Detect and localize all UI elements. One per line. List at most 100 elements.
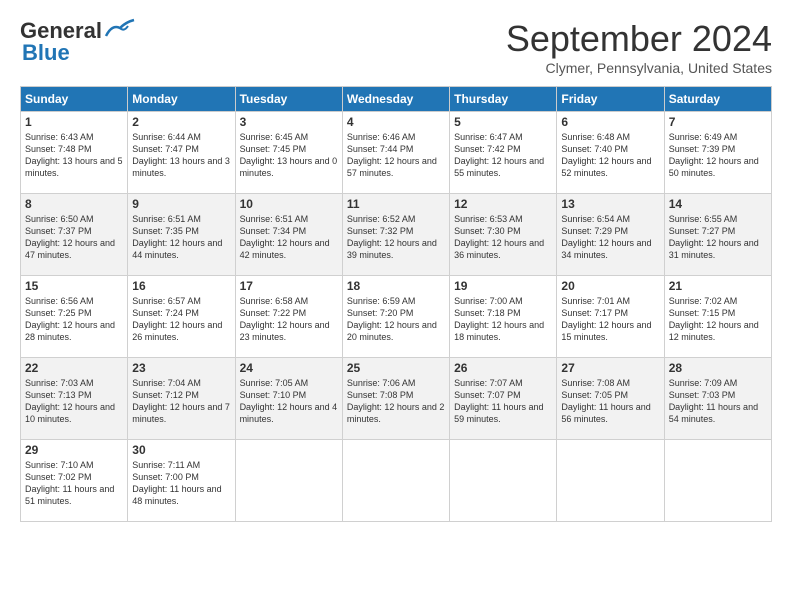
sunset-label: Sunset: 7:48 PM <box>25 144 92 154</box>
day-number: 24 <box>240 361 338 375</box>
daylight-label: Daylight: 12 hours and 34 minutes. <box>561 238 651 260</box>
table-row: 28 Sunrise: 7:09 AM Sunset: 7:03 PM Dayl… <box>664 358 771 440</box>
sunrise-label: Sunrise: 6:57 AM <box>132 296 201 306</box>
sunset-label: Sunset: 7:02 PM <box>25 472 92 482</box>
sunset-label: Sunset: 7:32 PM <box>347 226 414 236</box>
table-row: 19 Sunrise: 7:00 AM Sunset: 7:18 PM Dayl… <box>450 276 557 358</box>
sunset-label: Sunset: 7:05 PM <box>561 390 628 400</box>
sunrise-label: Sunrise: 7:03 AM <box>25 378 94 388</box>
table-row <box>342 440 449 522</box>
table-row: 27 Sunrise: 7:08 AM Sunset: 7:05 PM Dayl… <box>557 358 664 440</box>
day-number: 9 <box>132 197 230 211</box>
sunrise-label: Sunrise: 6:43 AM <box>25 132 94 142</box>
table-row: 6 Sunrise: 6:48 AM Sunset: 7:40 PM Dayli… <box>557 112 664 194</box>
daylight-label: Daylight: 12 hours and 26 minutes. <box>132 320 222 342</box>
sunrise-label: Sunrise: 6:59 AM <box>347 296 416 306</box>
sunrise-label: Sunrise: 7:01 AM <box>561 296 630 306</box>
sunrise-label: Sunrise: 7:06 AM <box>347 378 416 388</box>
sunset-label: Sunset: 7:30 PM <box>454 226 521 236</box>
daylight-label: Daylight: 13 hours and 3 minutes. <box>132 156 230 178</box>
daylight-label: Daylight: 12 hours and 20 minutes. <box>347 320 437 342</box>
sunset-label: Sunset: 7:03 PM <box>669 390 736 400</box>
logo-blue: Blue <box>22 40 70 66</box>
title-block: September 2024 Clymer, Pennsylvania, Uni… <box>506 18 772 76</box>
sunset-label: Sunset: 7:29 PM <box>561 226 628 236</box>
sunset-label: Sunset: 7:42 PM <box>454 144 521 154</box>
sunset-label: Sunset: 7:47 PM <box>132 144 199 154</box>
day-number: 25 <box>347 361 445 375</box>
sunrise-label: Sunrise: 6:44 AM <box>132 132 201 142</box>
daylight-label: Daylight: 12 hours and 39 minutes. <box>347 238 437 260</box>
daylight-label: Daylight: 13 hours and 5 minutes. <box>25 156 123 178</box>
table-row: 4 Sunrise: 6:46 AM Sunset: 7:44 PM Dayli… <box>342 112 449 194</box>
table-row: 20 Sunrise: 7:01 AM Sunset: 7:17 PM Dayl… <box>557 276 664 358</box>
daylight-label: Daylight: 12 hours and 18 minutes. <box>454 320 544 342</box>
daylight-label: Daylight: 12 hours and 31 minutes. <box>669 238 759 260</box>
sunrise-label: Sunrise: 6:45 AM <box>240 132 309 142</box>
daylight-label: Daylight: 11 hours and 54 minutes. <box>669 402 758 424</box>
table-row: 29 Sunrise: 7:10 AM Sunset: 7:02 PM Dayl… <box>21 440 128 522</box>
day-number: 29 <box>25 443 123 457</box>
sunset-label: Sunset: 7:20 PM <box>347 308 414 318</box>
location: Clymer, Pennsylvania, United States <box>506 60 772 76</box>
table-row: 18 Sunrise: 6:59 AM Sunset: 7:20 PM Dayl… <box>342 276 449 358</box>
header-row: Sunday Monday Tuesday Wednesday Thursday… <box>21 87 772 112</box>
sunset-label: Sunset: 7:18 PM <box>454 308 521 318</box>
sunrise-label: Sunrise: 6:50 AM <box>25 214 94 224</box>
table-row: 5 Sunrise: 6:47 AM Sunset: 7:42 PM Dayli… <box>450 112 557 194</box>
sunrise-label: Sunrise: 6:51 AM <box>132 214 201 224</box>
week-row-5: 29 Sunrise: 7:10 AM Sunset: 7:02 PM Dayl… <box>21 440 772 522</box>
week-row-1: 1 Sunrise: 6:43 AM Sunset: 7:48 PM Dayli… <box>21 112 772 194</box>
daylight-label: Daylight: 12 hours and 57 minutes. <box>347 156 437 178</box>
table-row: 23 Sunrise: 7:04 AM Sunset: 7:12 PM Dayl… <box>128 358 235 440</box>
sunset-label: Sunset: 7:40 PM <box>561 144 628 154</box>
col-wednesday: Wednesday <box>342 87 449 112</box>
sunrise-label: Sunrise: 7:04 AM <box>132 378 201 388</box>
sunset-label: Sunset: 7:08 PM <box>347 390 414 400</box>
header: General Blue September 2024 Clymer, Penn… <box>20 18 772 76</box>
sunset-label: Sunset: 7:17 PM <box>561 308 628 318</box>
day-number: 17 <box>240 279 338 293</box>
sunrise-label: Sunrise: 6:48 AM <box>561 132 630 142</box>
sunset-label: Sunset: 7:07 PM <box>454 390 521 400</box>
daylight-label: Daylight: 12 hours and 4 minutes. <box>240 402 338 424</box>
col-monday: Monday <box>128 87 235 112</box>
day-number: 23 <box>132 361 230 375</box>
table-row: 21 Sunrise: 7:02 AM Sunset: 7:15 PM Dayl… <box>664 276 771 358</box>
day-number: 26 <box>454 361 552 375</box>
sunrise-label: Sunrise: 7:10 AM <box>25 460 94 470</box>
sunrise-label: Sunrise: 6:56 AM <box>25 296 94 306</box>
table-row: 9 Sunrise: 6:51 AM Sunset: 7:35 PM Dayli… <box>128 194 235 276</box>
week-row-3: 15 Sunrise: 6:56 AM Sunset: 7:25 PM Dayl… <box>21 276 772 358</box>
table-row: 3 Sunrise: 6:45 AM Sunset: 7:45 PM Dayli… <box>235 112 342 194</box>
table-row <box>235 440 342 522</box>
day-number: 20 <box>561 279 659 293</box>
sunrise-label: Sunrise: 6:46 AM <box>347 132 416 142</box>
sunset-label: Sunset: 7:13 PM <box>25 390 92 400</box>
sunset-label: Sunset: 7:25 PM <box>25 308 92 318</box>
table-row: 16 Sunrise: 6:57 AM Sunset: 7:24 PM Dayl… <box>128 276 235 358</box>
table-row: 15 Sunrise: 6:56 AM Sunset: 7:25 PM Dayl… <box>21 276 128 358</box>
table-row: 14 Sunrise: 6:55 AM Sunset: 7:27 PM Dayl… <box>664 194 771 276</box>
day-number: 19 <box>454 279 552 293</box>
sunset-label: Sunset: 7:27 PM <box>669 226 736 236</box>
sunset-label: Sunset: 7:39 PM <box>669 144 736 154</box>
logo-bird-icon <box>104 18 136 40</box>
sunrise-label: Sunrise: 6:51 AM <box>240 214 309 224</box>
day-number: 18 <box>347 279 445 293</box>
daylight-label: Daylight: 13 hours and 0 minutes. <box>240 156 338 178</box>
day-number: 6 <box>561 115 659 129</box>
day-number: 15 <box>25 279 123 293</box>
day-number: 11 <box>347 197 445 211</box>
daylight-label: Daylight: 12 hours and 23 minutes. <box>240 320 330 342</box>
day-number: 5 <box>454 115 552 129</box>
table-row <box>664 440 771 522</box>
sunrise-label: Sunrise: 7:00 AM <box>454 296 523 306</box>
day-number: 28 <box>669 361 767 375</box>
sunrise-label: Sunrise: 7:09 AM <box>669 378 738 388</box>
table-row <box>557 440 664 522</box>
daylight-label: Daylight: 11 hours and 56 minutes. <box>561 402 650 424</box>
col-tuesday: Tuesday <box>235 87 342 112</box>
daylight-label: Daylight: 12 hours and 42 minutes. <box>240 238 330 260</box>
table-row: 12 Sunrise: 6:53 AM Sunset: 7:30 PM Dayl… <box>450 194 557 276</box>
